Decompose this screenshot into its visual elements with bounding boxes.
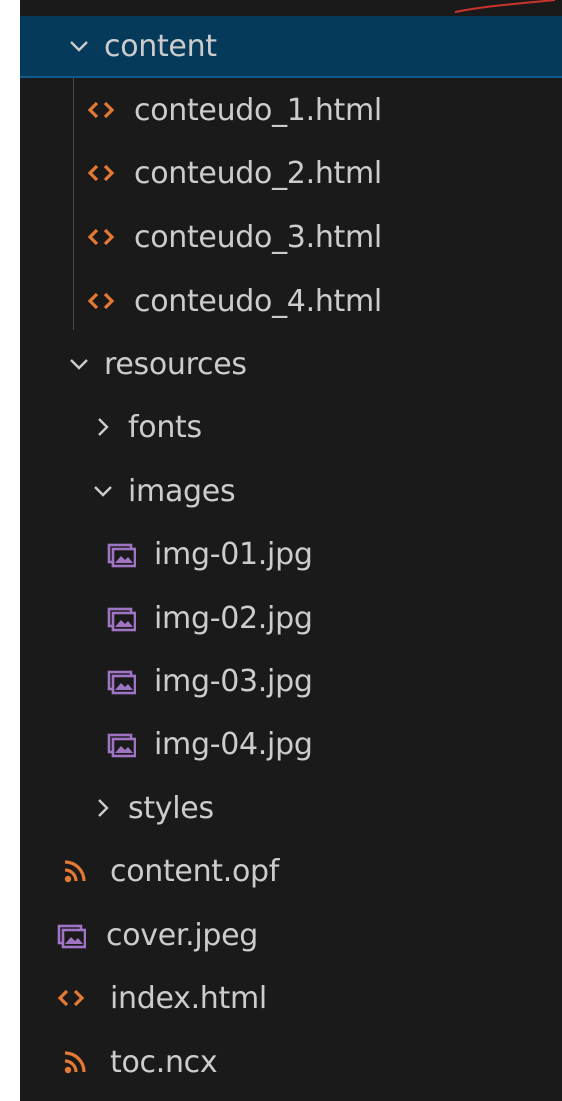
tree-file-img-04[interactable]: img-04.jpg — [20, 713, 562, 775]
chevron-down-icon[interactable] — [62, 29, 96, 63]
html-file-icon — [57, 989, 85, 1007]
annotation-mark — [454, 0, 556, 13]
file-label: img-03.jpg — [154, 663, 313, 699]
folder-label-styles: styles — [128, 790, 214, 826]
file-label: index.html — [110, 980, 267, 1016]
chevron-down-icon[interactable] — [86, 474, 120, 508]
file-label: content.opf — [110, 853, 280, 889]
image-file-icon — [107, 670, 136, 695]
tree-file-conteudo-1[interactable]: conteudo_1.html — [20, 79, 562, 141]
file-label: img-04.jpg — [154, 726, 313, 762]
folder-label-resources: resources — [104, 346, 247, 382]
html-file-icon — [87, 292, 115, 310]
image-file-icon — [107, 733, 136, 758]
image-file-icon — [107, 607, 136, 632]
chevron-right-icon[interactable] — [86, 410, 120, 444]
html-file-icon — [87, 164, 115, 182]
folder-label-fonts: fonts — [128, 409, 202, 445]
tree-folder-styles[interactable]: styles — [20, 777, 562, 839]
tree-file-conteudo-3[interactable]: conteudo_3.html — [20, 206, 562, 268]
file-explorer: content conteudo_1.html conteudo_2.html … — [20, 0, 562, 1101]
tree-folder-resources[interactable]: resources — [20, 333, 562, 395]
file-label: conteudo_3.html — [134, 219, 382, 255]
html-file-icon — [87, 228, 115, 246]
file-label: img-02.jpg — [154, 600, 313, 636]
chevron-down-icon[interactable] — [62, 347, 96, 381]
tree-folder-content[interactable]: content — [20, 16, 562, 78]
tree-folder-images[interactable]: images — [20, 460, 562, 522]
folder-label-images: images — [128, 473, 236, 509]
chevron-right-icon[interactable] — [86, 791, 120, 825]
file-label: conteudo_4.html — [134, 283, 382, 319]
file-label: cover.jpeg — [106, 917, 259, 953]
image-file-icon — [57, 924, 86, 949]
tree-file-conteudo-2[interactable]: conteudo_2.html — [20, 142, 562, 204]
folder-label-content: content — [104, 28, 217, 64]
tree-file-img-02[interactable]: img-02.jpg — [20, 587, 562, 649]
file-label: conteudo_2.html — [134, 155, 382, 191]
html-file-icon — [87, 101, 115, 119]
image-file-icon — [107, 543, 136, 568]
tree-folder-fonts[interactable]: fonts — [20, 396, 562, 458]
file-label: toc.ncx — [110, 1044, 218, 1080]
file-label: conteudo_1.html — [134, 92, 382, 128]
tree-file-index-html[interactable]: index.html — [20, 967, 562, 1029]
rss-file-icon — [64, 860, 86, 883]
tree-file-conteudo-4[interactable]: conteudo_4.html — [20, 270, 562, 332]
tree-file-img-03[interactable]: img-03.jpg — [20, 650, 562, 712]
tree-file-img-01[interactable]: img-01.jpg — [20, 523, 562, 585]
rss-file-icon — [64, 1051, 86, 1074]
tree-file-cover-jpeg[interactable]: cover.jpeg — [20, 904, 562, 966]
file-label: img-01.jpg — [154, 536, 313, 572]
tree-file-toc-ncx[interactable]: toc.ncx — [20, 1031, 562, 1093]
tree-file-content-opf[interactable]: content.opf — [20, 840, 562, 902]
